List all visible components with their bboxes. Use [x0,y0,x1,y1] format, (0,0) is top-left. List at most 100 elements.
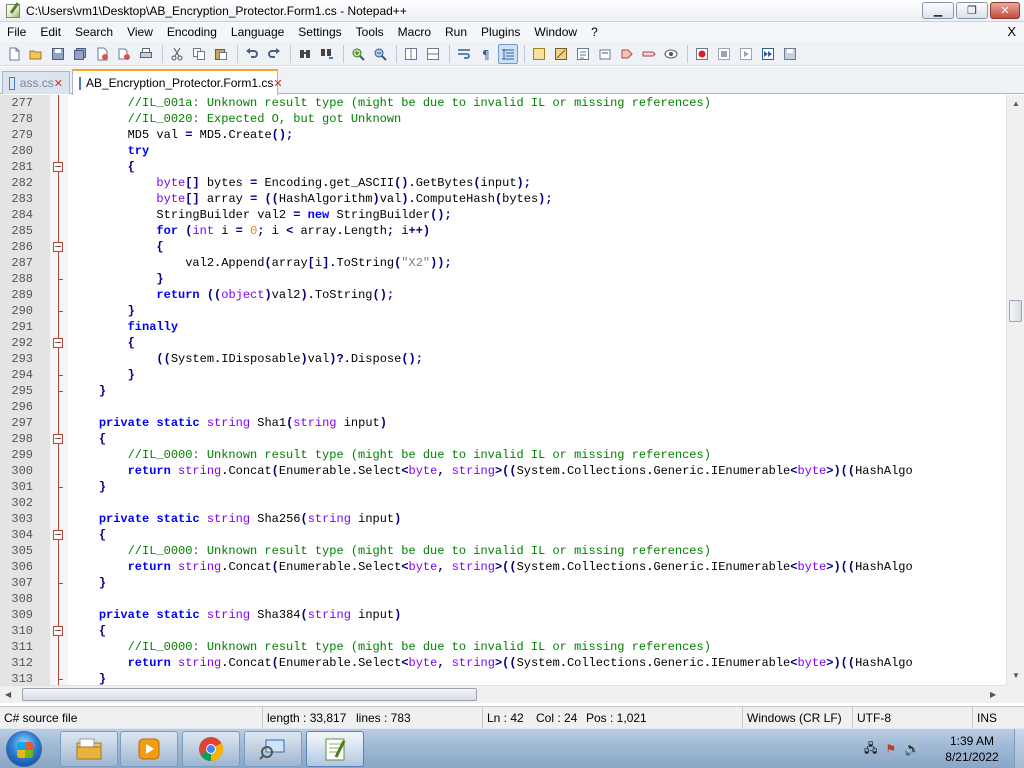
code-line[interactable]: 295 } [0,383,1006,399]
word-wrap-icon[interactable] [454,44,474,64]
open-icon[interactable] [26,44,46,64]
code-line[interactable]: 300 return string.Concat(Enumerable.Sele… [0,463,1006,479]
close-document-button[interactable]: X [1007,22,1016,42]
taskbar-chrome[interactable] [182,731,240,767]
code-line[interactable]: 304 { [0,527,1006,543]
fold-toggle-icon[interactable] [53,162,63,172]
code-line[interactable]: 293 ((System.IDisposable)val)?.Dispose()… [0,351,1006,367]
undo-icon[interactable] [242,44,262,64]
menu-settings[interactable]: Settings [291,22,348,42]
udl-icon[interactable] [529,44,549,64]
horizontal-scrollbar[interactable]: ◀ ▶ [0,685,1006,703]
tab-close-icon[interactable]: ✕ [54,77,63,90]
function-list-icon[interactable] [573,44,593,64]
monitoring-icon[interactable] [617,44,637,64]
menu-view[interactable]: View [120,22,160,42]
save-all-icon[interactable] [70,44,90,64]
redo-icon[interactable] [264,44,284,64]
code-line[interactable]: 309 private static string Sha384(string … [0,607,1006,623]
status-encoding[interactable]: UTF-8 [852,707,972,729]
code-line[interactable]: 296 [0,399,1006,415]
code-line[interactable]: 313 } [0,671,1006,685]
menu-macro[interactable]: Macro [391,22,438,42]
replace-icon[interactable] [317,44,337,64]
taskbar-clock[interactable]: 1:39 AM 8/21/2022 [930,733,1014,765]
sync-h-icon[interactable] [423,44,443,64]
code-line[interactable]: 289 return ((object)val2).ToString(); [0,287,1006,303]
menu-file[interactable]: File [0,22,33,42]
fold-toggle-icon[interactable] [53,242,63,252]
scroll-right-icon[interactable]: ▶ [990,690,996,699]
status-eol[interactable]: Windows (CR LF) [742,707,852,729]
code-line[interactable]: 294 } [0,367,1006,383]
taskbar-media-player[interactable] [120,731,178,767]
taskbar-network-tool[interactable] [244,731,302,767]
view-icon[interactable] [661,44,681,64]
menu-language[interactable]: Language [224,22,291,42]
maximize-button[interactable]: ❐ [956,2,988,19]
code-line[interactable]: 285 for (int i = 0; i < array.Length; i+… [0,223,1006,239]
code-line[interactable]: 280 try [0,143,1006,159]
code-line[interactable]: 298 { [0,431,1006,447]
menu-search[interactable]: Search [68,22,120,42]
record-macro-icon[interactable] [692,44,712,64]
taskbar-explorer[interactable] [60,731,118,767]
fold-toggle-icon[interactable] [53,434,63,444]
menu-run[interactable]: Run [438,22,474,42]
code-line[interactable]: 291 finally [0,319,1006,335]
close-all-icon[interactable] [114,44,134,64]
code-line[interactable]: 284 StringBuilder val2 = new StringBuild… [0,207,1006,223]
code-line[interactable]: 282 byte[] bytes = Encoding.get_ASCII().… [0,175,1006,191]
code-line[interactable]: 303 private static string Sha256(string … [0,511,1006,527]
save-icon[interactable] [48,44,68,64]
minimize-button[interactable]: ▁ [922,2,954,19]
eye-icon[interactable] [639,44,659,64]
volume-icon[interactable]: 🔊 [904,741,920,757]
code-line[interactable]: 310 { [0,623,1006,639]
code-line[interactable]: 299 //IL_0000: Unknown result type (migh… [0,447,1006,463]
tab-ass-cs[interactable]: ass.cs ✕ [2,71,70,94]
code-line[interactable]: 306 return string.Concat(Enumerable.Sele… [0,559,1006,575]
code-line[interactable]: 305 //IL_0000: Unknown result type (migh… [0,543,1006,559]
menu-tools[interactable]: Tools [349,22,391,42]
code-line[interactable]: 292 { [0,335,1006,351]
code-line[interactable]: 297 private static string Sha1(string in… [0,415,1006,431]
menu-plugins[interactable]: Plugins [474,22,527,42]
code-line[interactable]: 287 val2.Append(array[i].ToString("X2"))… [0,255,1006,271]
scroll-up-icon[interactable]: ▲ [1012,99,1020,108]
code-line[interactable]: 311 //IL_0000: Unknown result type (migh… [0,639,1006,655]
code-line[interactable]: 281 { [0,159,1006,175]
menu-encoding[interactable]: Encoding [160,22,224,42]
scroll-left-icon[interactable]: ◀ [5,690,11,699]
taskbar-notepadpp[interactable] [306,731,364,767]
find-icon[interactable] [295,44,315,64]
print-icon[interactable] [136,44,156,64]
start-button[interactable] [6,731,42,767]
horizontal-scroll-thumb[interactable] [22,688,477,701]
doc-map-icon[interactable] [551,44,571,64]
code-line[interactable]: 277 //IL_001a: Unknown result type (migh… [0,95,1006,111]
new-icon[interactable] [4,44,24,64]
code-line[interactable]: 308 [0,591,1006,607]
code-line[interactable]: 302 [0,495,1006,511]
menu-edit[interactable]: Edit [33,22,68,42]
tab-form1-cs[interactable]: AB_Encryption_Protector.Form1.cs ✕ [72,69,283,95]
paste-icon[interactable] [211,44,231,64]
code-editor[interactable]: 277 //IL_001a: Unknown result type (migh… [0,95,1006,685]
menu-help[interactable]: ? [584,22,605,42]
code-line[interactable]: 312 return string.Concat(Enumerable.Sele… [0,655,1006,671]
fold-toggle-icon[interactable] [53,626,63,636]
code-line[interactable]: 286 { [0,239,1006,255]
folder-workspace-icon[interactable] [595,44,615,64]
fold-toggle-icon[interactable] [53,338,63,348]
fold-toggle-icon[interactable] [53,530,63,540]
code-line[interactable]: 283 byte[] array = ((HashAlgorithm)val).… [0,191,1006,207]
status-insert-mode[interactable]: INS [972,707,1024,729]
code-line[interactable]: 278 //IL_0020: Expected O, but got Unkno… [0,111,1006,127]
action-center-icon[interactable]: ⚑ [885,742,896,756]
play-macro-icon[interactable] [736,44,756,64]
code-line[interactable]: 288 } [0,271,1006,287]
show-all-chars-icon[interactable]: ¶ [476,44,496,64]
close-icon[interactable] [92,44,112,64]
vertical-scroll-thumb[interactable] [1009,300,1022,322]
